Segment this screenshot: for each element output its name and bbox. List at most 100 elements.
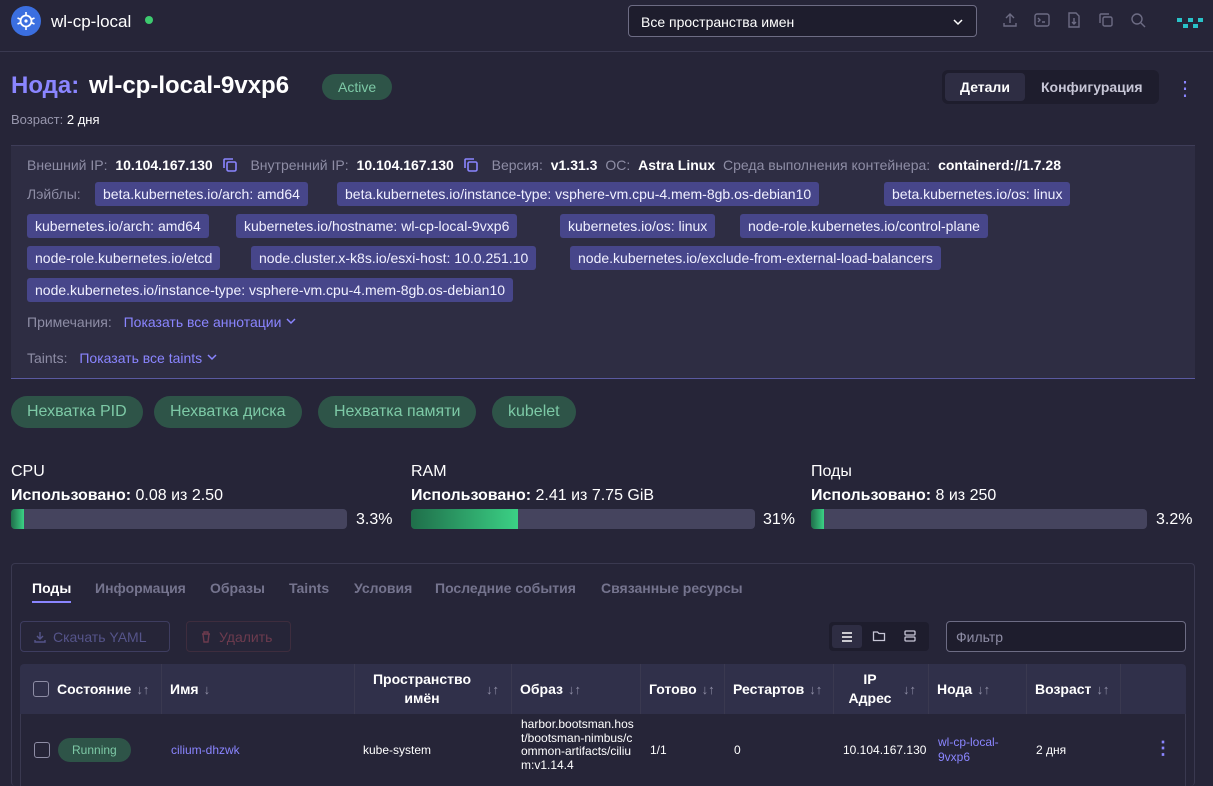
column-age-label: Возраст bbox=[1035, 681, 1092, 697]
tab-info[interactable]: Информация bbox=[95, 580, 186, 596]
ram-usage: Использовано: 2.41 из 7.75 GiB bbox=[411, 487, 654, 505]
column-state-label: Состояние bbox=[57, 681, 132, 697]
download-icon bbox=[34, 632, 46, 643]
column-name[interactable]: Имя ↓ bbox=[162, 664, 355, 714]
kubernetes-logo-icon[interactable] bbox=[11, 6, 41, 36]
user-avatar-icon[interactable] bbox=[1175, 10, 1205, 34]
condition-pid-pressure: Нехватка PID bbox=[11, 396, 143, 428]
sort-icon: ↓↑ bbox=[977, 681, 991, 697]
pod-node-link[interactable]: wl-cp-local-9vxp6 bbox=[938, 735, 1020, 765]
cluster-name[interactable]: wl-cp-local bbox=[51, 12, 131, 32]
table-row[interactable]: Running cilium-dhzwk kube-system harbor.… bbox=[20, 714, 1186, 786]
pod-name-link[interactable]: cilium-dhzwk bbox=[171, 743, 240, 757]
cpu-used-label: Использовано: bbox=[11, 487, 132, 504]
node-age: Возраст: 2 дня bbox=[11, 112, 100, 127]
search-icon[interactable] bbox=[1129, 11, 1147, 29]
column-ip[interactable]: IP Адрес ↓↑ bbox=[834, 664, 929, 714]
age-value: 2 дня bbox=[66, 112, 100, 127]
tab-related[interactable]: Связанные ресурсы bbox=[601, 580, 743, 596]
column-state[interactable]: Состояние ↓↑ bbox=[20, 664, 162, 714]
page-title-prefix: Нода: bbox=[11, 72, 80, 99]
os-label: ОС: bbox=[605, 157, 631, 173]
select-all-checkbox[interactable] bbox=[33, 681, 49, 697]
more-actions-icon[interactable]: ⋮ bbox=[1175, 76, 1195, 101]
column-node[interactable]: Нода ↓↑ bbox=[929, 664, 1027, 714]
column-node-label: Нода bbox=[937, 681, 973, 697]
label-tag: kubernetes.io/os: linux bbox=[560, 214, 716, 238]
view-mode-switcher bbox=[829, 622, 929, 651]
column-ready-label: Готово bbox=[649, 681, 697, 697]
delete-label: Удалить bbox=[219, 629, 273, 645]
copy-icon[interactable] bbox=[221, 156, 239, 174]
pods-title: Поды bbox=[811, 463, 852, 480]
copy-icon[interactable] bbox=[462, 156, 480, 174]
row-checkbox[interactable] bbox=[34, 742, 50, 758]
column-restarts[interactable]: Рестартов ↓↑ bbox=[725, 664, 834, 714]
tab-taints[interactable]: Taints bbox=[289, 580, 329, 596]
ram-used-value: 2.41 из 7.75 GiB bbox=[535, 487, 655, 504]
internal-ip-value: 10.104.167.130 bbox=[356, 157, 454, 173]
cpu-usage: Использовано: 0.08 из 2.50 bbox=[11, 487, 223, 505]
label-tag: beta.kubernetes.io/instance-type: vspher… bbox=[337, 182, 820, 206]
labels-label: Лэйблы: bbox=[27, 186, 81, 202]
pod-ip: 10.104.167.130 bbox=[843, 743, 927, 757]
ram-used-label: Использовано: bbox=[411, 487, 532, 504]
label-tag: node.cluster.x-k8s.io/esxi-host: 10.0.25… bbox=[251, 246, 537, 270]
filter-input[interactable] bbox=[946, 621, 1186, 652]
pods-used-label: Использовано: bbox=[811, 487, 932, 504]
column-image-label: Образ bbox=[520, 681, 564, 697]
sort-desc-icon: ↓ bbox=[203, 681, 211, 697]
grouped-view-icon[interactable] bbox=[903, 629, 917, 643]
tab-pods[interactable]: Поды bbox=[32, 580, 72, 603]
internal-ip-label: Внутренний IP: bbox=[250, 157, 349, 173]
version-value: v1.31.3 bbox=[550, 157, 598, 173]
tab-conditions[interactable]: Условия bbox=[354, 580, 412, 596]
list-view-button[interactable] bbox=[832, 625, 862, 648]
column-namespace[interactable]: Пространство имён ↓↑ bbox=[355, 664, 512, 714]
tab-configuration[interactable]: Конфигурация bbox=[1029, 73, 1155, 101]
sort-icon: ↓↑ bbox=[809, 681, 823, 697]
sort-icon: ↓↑ bbox=[136, 681, 150, 697]
label-tag: beta.kubernetes.io/arch: amd64 bbox=[95, 182, 308, 206]
runtime-value: containerd://1.7.28 bbox=[938, 157, 1061, 173]
namespace-select-value: Все пространства имен bbox=[641, 14, 795, 30]
tab-events[interactable]: Последние события bbox=[435, 580, 576, 596]
tab-images[interactable]: Образы bbox=[210, 580, 265, 596]
column-image[interactable]: Образ ↓↑ bbox=[512, 664, 641, 714]
pods-progress-fill bbox=[811, 509, 825, 529]
show-annotations-link[interactable]: Показать все аннотации bbox=[124, 314, 282, 330]
view-switcher: Детали Конфигурация bbox=[942, 70, 1159, 104]
download-yaml-button[interactable]: Скачать YAML bbox=[20, 621, 170, 652]
namespace-select[interactable]: Все пространства имен bbox=[628, 5, 977, 37]
pods-used-value: 8 из 250 bbox=[935, 487, 997, 504]
copy-icon[interactable] bbox=[1097, 11, 1115, 29]
show-taints-link[interactable]: Показать все taints bbox=[79, 350, 202, 366]
upload-icon[interactable] bbox=[1001, 11, 1019, 29]
tab-details[interactable]: Детали bbox=[945, 73, 1025, 101]
pod-ready: 1/1 bbox=[650, 743, 667, 757]
column-ip-label: IP Адрес bbox=[848, 671, 892, 706]
file-download-icon[interactable] bbox=[1065, 11, 1083, 29]
column-name-label: Имя bbox=[170, 681, 199, 697]
label-tag: node-role.kubernetes.io/etcd bbox=[27, 246, 221, 270]
pods-progress-bar bbox=[811, 509, 1147, 529]
pod-age: 2 дня bbox=[1036, 743, 1067, 757]
ram-progress-bar bbox=[411, 509, 755, 529]
column-age[interactable]: Возраст ↓↑ bbox=[1027, 664, 1121, 714]
folder-icon[interactable] bbox=[872, 629, 886, 643]
annotations-label: Примечания: bbox=[27, 314, 112, 330]
row-actions-icon[interactable]: ⋮ bbox=[1154, 738, 1172, 759]
version-label: Версия: bbox=[491, 157, 543, 173]
sort-icon: ↓↑ bbox=[903, 681, 916, 697]
column-ready[interactable]: Готово ↓↑ bbox=[641, 664, 725, 714]
terminal-icon[interactable] bbox=[1033, 11, 1051, 29]
delete-button[interactable]: Удалить bbox=[186, 621, 291, 652]
trash-icon bbox=[202, 631, 210, 643]
annotations-row: Примечания: Показать все аннотации bbox=[27, 314, 297, 330]
pod-status-badge: Running bbox=[58, 738, 131, 762]
sort-icon: ↓↑ bbox=[486, 681, 499, 697]
cpu-progress-fill bbox=[11, 509, 25, 529]
column-namespace-label: Пространство имён bbox=[372, 671, 472, 706]
age-label: Возраст: bbox=[11, 112, 64, 127]
runtime-label: Среда выполнения контейнера: bbox=[723, 157, 931, 173]
